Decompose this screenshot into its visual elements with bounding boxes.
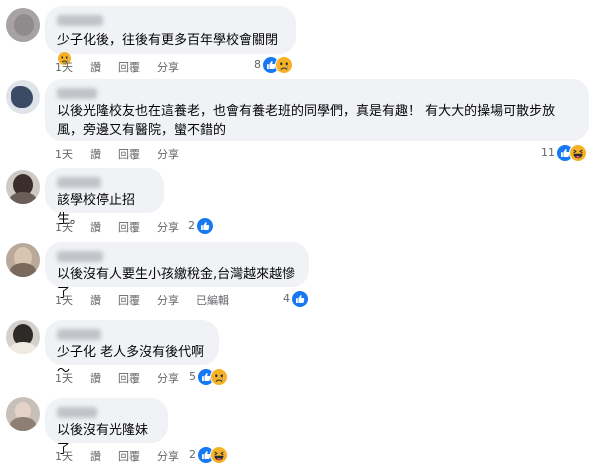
reaction-count: 8 (254, 58, 261, 71)
comment-actions: 1天 讚 回覆 分享 (55, 59, 196, 75)
reaction-summary[interactable]: 8 (254, 55, 293, 74)
share-button[interactable]: 分享 (157, 294, 179, 307)
like-icon (291, 289, 309, 308)
commenter-name[interactable] (57, 251, 103, 262)
comment-bubble: 少子化後，往後有更多百年學校會關閉 (45, 6, 296, 65)
commenter-name[interactable] (57, 15, 103, 26)
comment-actions: 1天 讚 回覆 分享 (55, 146, 196, 162)
share-button[interactable]: 分享 (157, 372, 179, 385)
reaction-count: 5 (189, 370, 196, 383)
comment-text: 以後光隆校友也在這養老，也會有養老班的同學們，真是有趣！ 有大大的操場可散步放風… (57, 104, 556, 138)
share-button[interactable]: 分享 (157, 221, 179, 234)
share-button[interactable]: 分享 (157, 148, 179, 161)
like-button[interactable]: 讚 (90, 221, 101, 234)
reply-button[interactable]: 回覆 (118, 61, 140, 74)
reply-button[interactable]: 回覆 (118, 294, 140, 307)
comment-actions: 1天 讚 回覆 分享 (55, 370, 196, 386)
comment-bubble: 以後沒有光隆妹了 (45, 398, 168, 457)
share-button[interactable]: 分享 (157, 450, 179, 463)
reply-button[interactable]: 回覆 (118, 148, 140, 161)
comment-time[interactable]: 1天 (55, 61, 73, 74)
like-icon (196, 216, 214, 235)
comment-time[interactable]: 1天 (55, 450, 73, 463)
comment-time[interactable]: 1天 (55, 294, 73, 307)
reply-button[interactable]: 回覆 (118, 221, 140, 234)
avatar[interactable] (6, 80, 40, 114)
edited-label[interactable]: 已編輯 (196, 294, 229, 307)
like-button[interactable]: 讚 (90, 148, 101, 161)
reaction-count: 4 (283, 292, 290, 305)
avatar[interactable] (6, 397, 40, 431)
sad-icon (210, 367, 228, 386)
reaction-summary[interactable]: 2 (189, 445, 228, 464)
avatar[interactable] (6, 243, 40, 277)
comment-time[interactable]: 1天 (55, 372, 73, 385)
commenter-name[interactable] (57, 177, 101, 188)
reaction-summary[interactable]: 11 (541, 143, 587, 162)
reaction-summary[interactable]: 5 (189, 367, 228, 386)
reply-button[interactable]: 回覆 (118, 450, 140, 463)
commenter-name[interactable] (57, 329, 101, 340)
comment-actions: 1天 讚 回覆 分享 (55, 448, 196, 464)
haha-icon (210, 445, 228, 464)
comment-time[interactable]: 1天 (55, 221, 73, 234)
like-button[interactable]: 讚 (90, 450, 101, 463)
commenter-name[interactable] (57, 407, 97, 418)
like-button[interactable]: 讚 (90, 294, 101, 307)
commenter-name[interactable] (57, 88, 97, 99)
reaction-count: 2 (189, 448, 196, 461)
avatar[interactable] (6, 8, 40, 42)
comment-text: 少子化後，往後有更多百年學校會關閉 (57, 33, 279, 48)
reaction-summary[interactable]: 2 (188, 216, 214, 235)
reaction-count: 11 (541, 146, 555, 159)
comment-bubble: 以後沒有人要生小孩繳稅金,台灣越來越慘了 (45, 242, 309, 301)
reaction-summary[interactable]: 4 (283, 289, 309, 308)
sad-icon (275, 55, 293, 74)
avatar[interactable] (6, 320, 40, 354)
comment-actions: 1天 讚 回覆 分享 (55, 219, 196, 235)
reply-button[interactable]: 回覆 (118, 372, 140, 385)
comment-bubble: 以後光隆校友也在這養老，也會有養老班的同學們，真是有趣！ 有大大的操場可散步放風… (45, 79, 589, 141)
reaction-count: 2 (188, 219, 195, 232)
like-button[interactable]: 讚 (90, 372, 101, 385)
comment-bubble: 少子化 老人多沒有後代啊～ (45, 320, 219, 379)
like-button[interactable]: 讚 (90, 61, 101, 74)
comment-bubble: 該學校停止招生。 (45, 168, 164, 227)
avatar[interactable] (6, 170, 40, 204)
comment-actions: 1天 讚 回覆 分享 已編輯 (55, 292, 246, 308)
share-button[interactable]: 分享 (157, 61, 179, 74)
haha-icon (569, 143, 587, 162)
comment-time[interactable]: 1天 (55, 148, 73, 161)
